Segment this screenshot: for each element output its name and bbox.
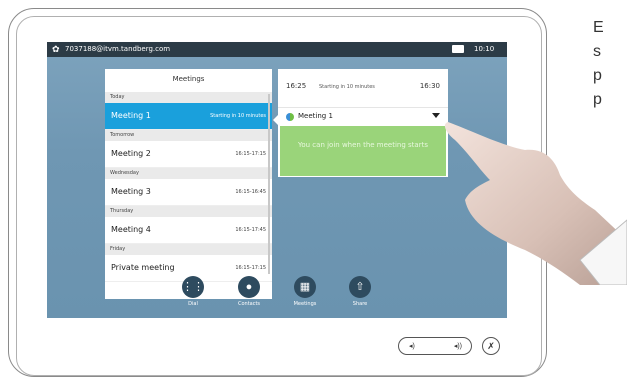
day-header: Today xyxy=(105,92,272,103)
dock-label: Share xyxy=(352,301,368,307)
hand-icon xyxy=(430,100,627,290)
side-text: E s p p xyxy=(593,16,604,112)
start-note: Starting in 10 minutes xyxy=(319,84,375,90)
meeting-detail-panel: 16:25 Starting in 10 minutes 16:30 Meeti… xyxy=(278,69,448,177)
contacts-button[interactable]: ● Contacts xyxy=(225,276,273,307)
meeting-name: Meeting 2 xyxy=(111,149,151,158)
volume-control[interactable]: ◂) ◂)) xyxy=(398,337,472,355)
dial-button[interactable]: ⋮⋮ Dial xyxy=(169,276,217,307)
meetings-panel: Meetings Today Meeting 1 Starting in 10 … xyxy=(105,69,272,299)
globe-icon xyxy=(286,113,294,121)
meetings-button[interactable]: ▦ Meetings xyxy=(281,276,329,307)
meeting-name: Meeting 1 xyxy=(111,111,151,120)
meeting-name: Meeting 4 xyxy=(111,225,151,234)
share-icon: ⇧ xyxy=(349,276,371,298)
dropdown-value: Meeting 1 xyxy=(298,112,333,120)
meeting-name: Private meeting xyxy=(111,263,175,272)
list-item[interactable]: Meeting 3 16:15-16:45 xyxy=(105,179,272,206)
side-char: E xyxy=(593,19,604,36)
list-item[interactable]: Meeting 1 Starting in 10 minutes xyxy=(105,103,272,130)
detail-header: 16:25 Starting in 10 minutes 16:30 xyxy=(278,69,448,105)
person-icon: ● xyxy=(238,276,260,298)
day-header: Friday xyxy=(105,244,272,255)
meeting-time: 16:15-16:45 xyxy=(235,189,266,195)
list-item[interactable]: Meeting 4 16:15-17:45 xyxy=(105,217,272,244)
meeting-name: Meeting 3 xyxy=(111,187,151,196)
join-message: You can join when the meeting starts xyxy=(298,141,428,149)
status-bar: ✿ 7037188@itvm.tandberg.com 10:10 xyxy=(47,42,507,57)
start-time: 16:25 xyxy=(286,82,307,90)
meeting-time: Starting in 10 minutes xyxy=(210,113,266,119)
day-header: Wednesday xyxy=(105,168,272,179)
list-item[interactable]: Meeting 2 16:15-17:15 xyxy=(105,141,272,168)
day-header: Thursday xyxy=(105,206,272,217)
system-address: 7037188@itvm.tandberg.com xyxy=(65,45,171,53)
clock: 10:10 xyxy=(474,45,495,53)
side-char: s xyxy=(593,43,601,60)
scrollbar[interactable] xyxy=(268,94,270,274)
meetings-title: Meetings xyxy=(172,75,205,83)
mute-mic-icon[interactable]: ✗ xyxy=(482,337,500,355)
gear-icon[interactable]: ✿ xyxy=(52,44,60,55)
meeting-time: 16:15-17:45 xyxy=(235,227,266,233)
dock-label: Dial xyxy=(188,301,198,307)
meetings-list: Today Meeting 1 Starting in 10 minutes T… xyxy=(105,92,272,282)
side-char: p xyxy=(593,67,602,84)
side-char: p xyxy=(593,91,602,108)
calendar-icon: ▦ xyxy=(294,276,316,298)
join-button[interactable]: You can join when the meeting starts xyxy=(280,126,446,176)
meeting-time: 16:15-17:15 xyxy=(235,151,266,157)
camera-icon[interactable] xyxy=(452,45,464,53)
meeting-time: 16:15-17:15 xyxy=(235,265,266,271)
dialpad-icon: ⋮⋮ xyxy=(182,276,204,298)
dock-label: Contacts xyxy=(237,301,261,307)
volume-up-icon[interactable]: ◂)) xyxy=(454,342,462,350)
meeting-dropdown[interactable]: Meeting 1 xyxy=(278,107,448,125)
end-time: 16:30 xyxy=(419,82,440,90)
volume-down-icon[interactable]: ◂) xyxy=(409,342,415,350)
share-button[interactable]: ⇧ Share xyxy=(336,276,384,307)
dock-label: Meetings xyxy=(293,301,317,307)
day-header: Tomorrow xyxy=(105,130,272,141)
